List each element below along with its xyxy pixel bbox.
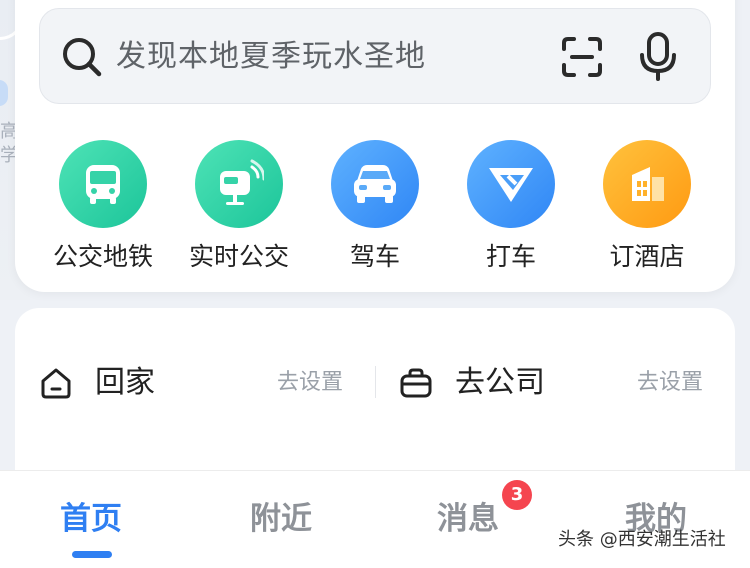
microphone-icon[interactable]	[638, 31, 678, 83]
work-setup-link[interactable]: 去设置	[637, 368, 703, 398]
quick-taxi[interactable]: 打车	[443, 140, 579, 271]
tab-active-indicator	[72, 551, 112, 558]
bottom-tab-bar: 首页 附近 消息 我的	[0, 470, 750, 568]
map-marker	[0, 80, 8, 106]
quick-realtime-bus[interactable]: 实时公交	[171, 140, 307, 271]
taxi-icon	[467, 140, 555, 228]
scan-icon[interactable]	[560, 35, 604, 79]
search-icon	[63, 38, 102, 77]
hotel-icon	[603, 140, 691, 228]
home-icon	[41, 368, 71, 399]
quick-drive[interactable]: 驾车	[307, 140, 443, 271]
tab-messages[interactable]: 消息	[437, 499, 499, 539]
quick-label: 订酒店	[609, 242, 685, 271]
bus-icon	[59, 140, 147, 228]
quick-label: 打车	[485, 242, 536, 271]
quick-label: 驾车	[349, 242, 400, 271]
watermark: 头条 @西安潮生活社	[558, 529, 726, 550]
quick-hotel[interactable]: 订酒店	[579, 140, 715, 271]
tab-home[interactable]: 首页	[60, 499, 122, 539]
tab-nearby[interactable]: 附近	[250, 499, 312, 539]
message-count-badge: 3	[502, 480, 532, 510]
quick-actions: 公交地铁 实时公交 驾车 打车 订酒店	[15, 140, 735, 271]
home-shortcut[interactable]: 回家	[95, 364, 155, 402]
quick-label: 实时公交	[188, 242, 289, 271]
work-shortcut[interactable]: 去公司	[455, 364, 545, 402]
divider	[375, 366, 376, 398]
quick-label: 公交地铁	[52, 242, 153, 271]
search-input[interactable]: 发现本地夏季玩水圣地	[116, 37, 426, 77]
quick-bus-metro[interactable]: 公交地铁	[35, 140, 171, 271]
realtime-bus-icon	[195, 140, 283, 228]
home-setup-link[interactable]: 去设置	[277, 368, 343, 398]
top-panel: 发现本地夏季玩水圣地 公交地铁 实时公交 驾车 打车 订酒店	[15, 0, 735, 292]
briefcase-icon	[400, 368, 432, 398]
search-bar[interactable]: 发现本地夏季玩水圣地	[39, 8, 711, 104]
car-icon	[331, 140, 419, 228]
